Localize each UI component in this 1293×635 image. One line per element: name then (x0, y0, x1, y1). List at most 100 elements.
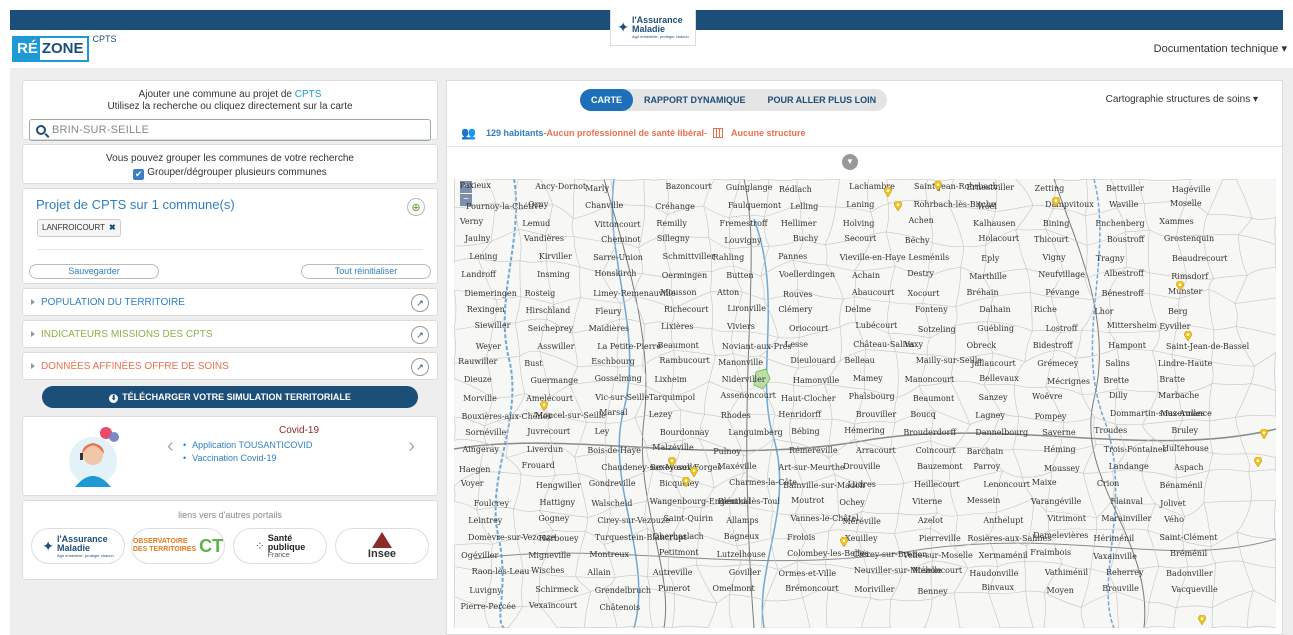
map-pin-icon[interactable] (1198, 615, 1206, 625)
map-pin-icon[interactable] (884, 187, 892, 197)
chart-trend-icon[interactable]: ↗ (411, 294, 429, 312)
map-pin-icon[interactable] (540, 401, 548, 411)
reset-all-button[interactable]: Tout réinitialiser (301, 264, 431, 279)
place-label: Walscheid (591, 498, 633, 508)
place-label: Pulnoy (713, 446, 741, 456)
place-label: Vaxainville (1093, 551, 1137, 561)
place-label: Woëvre (1032, 391, 1063, 401)
assurance-maladie-mark-icon: ✦ (617, 19, 630, 35)
place-label: Berg (1167, 306, 1188, 316)
place-label: Bining (1042, 218, 1070, 228)
place-label: Juvrecourt (527, 427, 571, 437)
place-label: Kalhausen (973, 218, 1016, 228)
map-pin-icon[interactable] (668, 457, 676, 467)
covid-link-vaccination[interactable]: Vaccination Covid-19 (183, 452, 312, 465)
info-dash: - (704, 127, 708, 138)
place-label: Maidières (588, 324, 630, 334)
chevron-right-icon[interactable]: › (408, 435, 415, 458)
section-donnees[interactable]: DONNÉES AFFINÉES OFFRE DE SOINS ↗ (22, 352, 438, 380)
place-label: Kirviller (538, 252, 572, 262)
assurance-maladie-logo[interactable]: ✦ l'Assurance Maladie Agir ensemble, pro… (610, 10, 696, 46)
place-label: Bréménil (1170, 548, 1208, 558)
am-logo-tagline: Agir ensemble, protéger chacun (632, 34, 689, 39)
place-label: Remilly (656, 218, 687, 228)
building-icon (713, 127, 724, 138)
place-label: Béchy (904, 236, 930, 246)
place-label: Xermaménil (978, 551, 1028, 561)
map-pin-icon[interactable] (1260, 429, 1268, 439)
section-population[interactable]: POPULATION DU TERRITOIRE ↗ (22, 288, 438, 316)
place-label: Dalhain (979, 305, 1011, 315)
place-label: Montreux (589, 549, 630, 559)
chart-trend-icon[interactable]: ↗ (411, 358, 429, 376)
add-commune-card: Ajouter une commune au projet de CPTS Ut… (22, 80, 438, 141)
place-label: Enchenberg (1095, 218, 1145, 228)
caret-right-icon (31, 363, 35, 369)
zoom-to-project-icon[interactable]: ⊕ (407, 198, 425, 216)
place-label: Saint-Jean-de-Bassel (1166, 341, 1250, 351)
place-label: La Petite-Pierre (597, 341, 662, 351)
portal-insee[interactable]: Insee (335, 528, 429, 564)
place-label: Manoncourt (904, 375, 955, 385)
cartography-menu[interactable]: Cartographie structures de soins ▾ (1106, 94, 1258, 105)
tab-pour-aller-plus-loin[interactable]: POUR ALLER PLUS LOIN (757, 89, 888, 111)
map-pin-icon[interactable] (1184, 331, 1192, 341)
place-label: Lening (469, 252, 498, 262)
commune-search-input[interactable]: BRIN-SUR-SEILLE (29, 119, 431, 141)
place-label: Sexey-aux-Forges (650, 462, 722, 472)
map-pin-icon[interactable] (840, 537, 848, 547)
place-label: Badonviller (1166, 569, 1213, 579)
place-label: Lixières (661, 321, 694, 331)
place-label: Brémoncourt (785, 584, 839, 594)
place-label: Bellevaux (979, 374, 1019, 384)
map-panel: CARTE RAPPORT DYNAMIQUE POUR ALLER PLUS … (446, 80, 1283, 635)
place-label: Bénaménil (1159, 480, 1203, 490)
tab-carte[interactable]: CARTE (580, 89, 633, 111)
place-label: Tarquimpol (648, 393, 696, 403)
place-label: Salins (1105, 358, 1130, 368)
place-label: Butten (726, 271, 754, 281)
place-label: Mazerulles (1160, 409, 1205, 419)
place-label: Hultehouse (1162, 443, 1209, 453)
map-pin-icon[interactable] (934, 181, 942, 191)
section-indicateurs-label: INDICATEURS MISSIONS DES CPTS (41, 328, 213, 340)
place-label: Rahling (712, 253, 745, 263)
place-label: Insming (537, 269, 570, 279)
chevron-down-icon[interactable]: ▼ (842, 154, 858, 170)
place-label: Ludres (847, 480, 876, 490)
save-button[interactable]: Sauvegarder (29, 264, 159, 279)
tab-rapport-dynamique[interactable]: RAPPORT DYNAMIQUE (633, 89, 757, 111)
cpts-link[interactable]: CPTS (295, 89, 322, 100)
map-pin-icon[interactable] (894, 201, 902, 211)
place-label: Marthille (969, 271, 1007, 281)
rezone-logo[interactable]: RÉ ZONE CPTS (12, 34, 117, 62)
map-pin-icon[interactable] (1176, 281, 1184, 291)
portal-observatoire-territoires[interactable]: OBSERVATOIRE DES TERRITOIRES CT (131, 528, 225, 564)
group-checkbox-label[interactable]: Grouper/dégrouper plusieurs communes (147, 167, 327, 178)
place-label: Pannes (778, 251, 808, 261)
grouping-card: Vous pouvez grouper les communes de votr… (22, 144, 438, 184)
grouping-text: Vous pouvez grouper les communes de votr… (106, 153, 354, 164)
add-commune-text: Ajouter une commune au projet de (138, 89, 295, 100)
map-pin-icon[interactable] (682, 477, 690, 487)
download-simulation-button[interactable]: ⬇ TÉLÉCHARGER VOTRE SIMULATION TERRITORIA… (42, 386, 418, 408)
group-checkbox[interactable]: ✔ (133, 169, 145, 180)
map-pin-icon[interactable] (690, 467, 698, 477)
section-indicateurs[interactable]: INDICATEURS MISSIONS DES CPTS ↗ (22, 320, 438, 348)
remove-commune-icon[interactable]: ✖ (109, 223, 116, 232)
map-canvas[interactable]: + − Paxieux Ancy-Dornot Marly Bazoncourt Gui… (454, 179, 1276, 628)
place-label: Boustroff (1106, 235, 1145, 245)
inhabitants-count: 129 habitants (485, 127, 544, 138)
map-pin-icon[interactable] (1052, 197, 1060, 207)
documentation-menu[interactable]: Documentation technique ▾ (1154, 42, 1287, 55)
place-label: Fleury (595, 307, 622, 317)
chart-trend-icon[interactable]: ↗ (411, 326, 429, 344)
portal-sante-publique-france[interactable]: ⁘ Santé publique France (233, 528, 327, 564)
chevron-left-icon[interactable]: ‹ (167, 435, 174, 458)
place-label: Lostroff (1045, 324, 1078, 334)
portal-assurance-maladie[interactable]: ✦ l'Assurance Maladie Agir ensemble, pro… (31, 528, 125, 564)
place-label: Messein (966, 495, 1001, 505)
place-label: Rouves (782, 289, 813, 299)
covid-link-tousanticovid[interactable]: Application TOUSANTICOVID (183, 439, 312, 452)
map-pin-icon[interactable] (1254, 457, 1262, 467)
